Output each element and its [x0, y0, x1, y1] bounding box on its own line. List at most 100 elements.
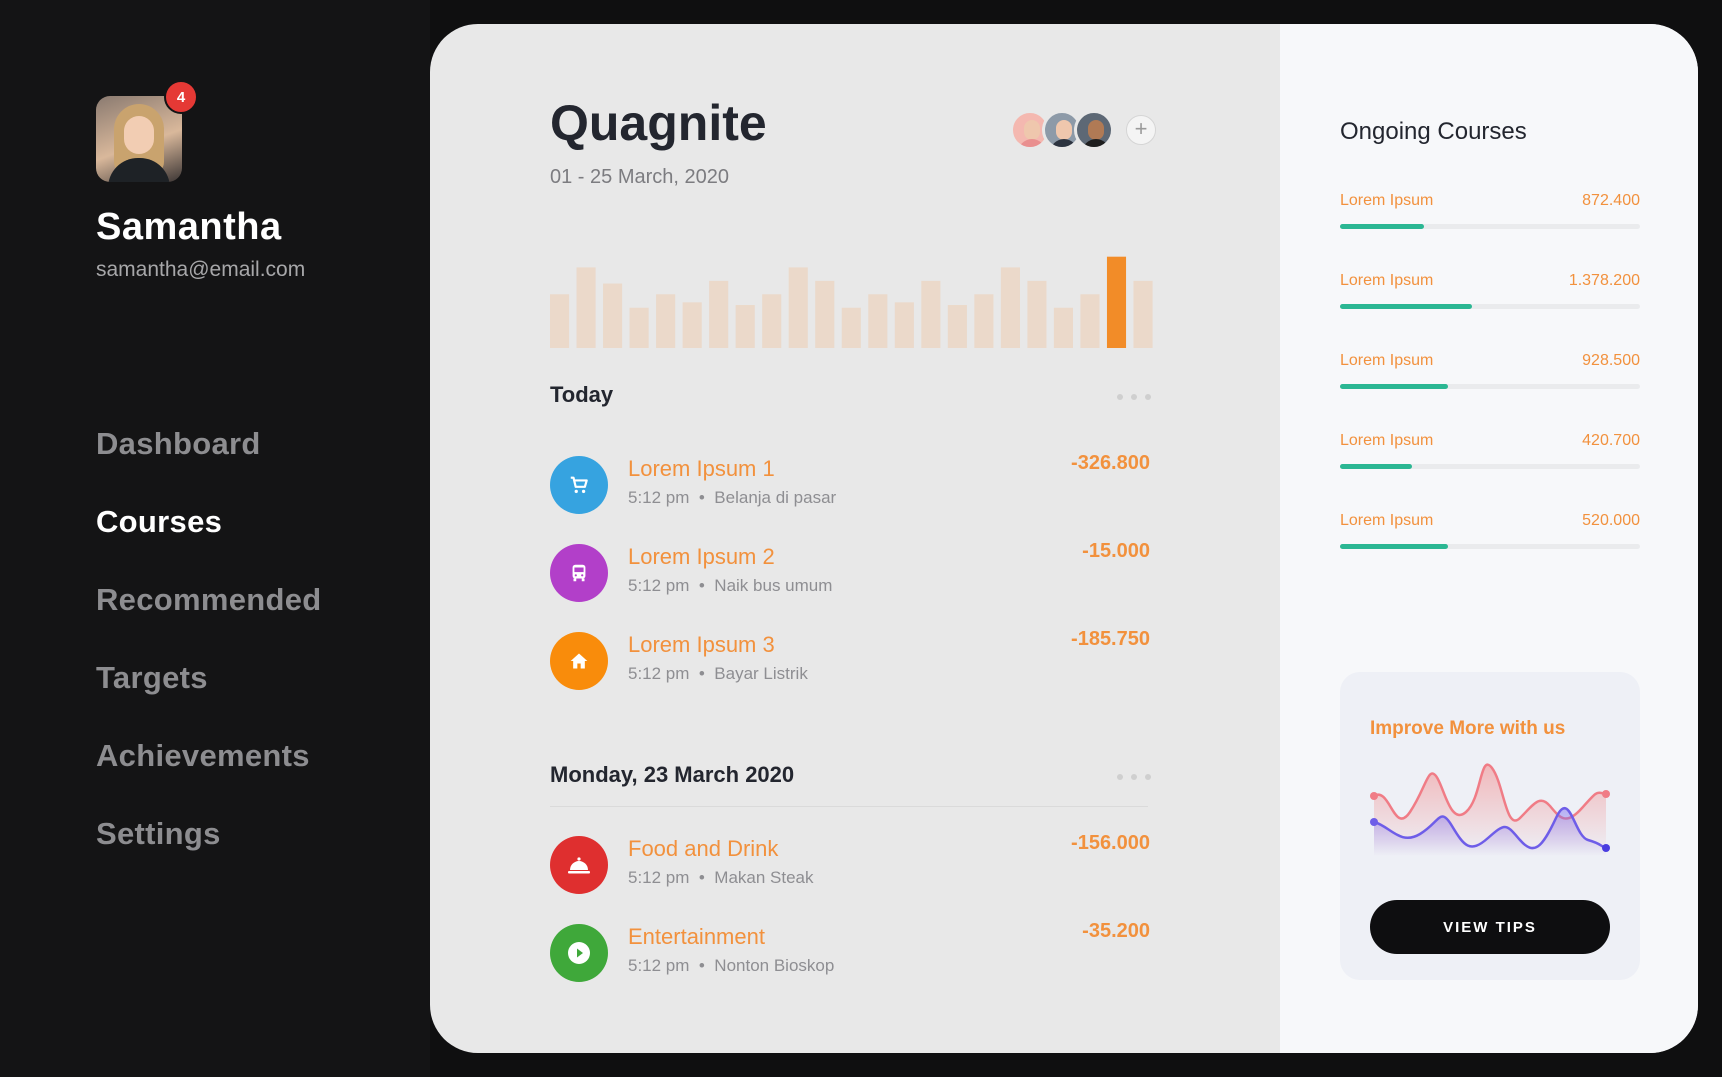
right-panel: Ongoing Courses Lorem Ipsum 872.400 Lore… [1280, 24, 1698, 1053]
view-tips-button[interactable]: VIEW TIPS [1370, 900, 1610, 954]
transaction-meta: 5:12 pm • Makan Steak [628, 868, 814, 887]
activity-bar[interactable] [709, 280, 729, 348]
add-collaborator-button[interactable]: + [1126, 115, 1156, 145]
ongoing-courses-title: Ongoing Courses [1340, 118, 1527, 145]
course-progress-fill [1340, 224, 1424, 229]
transaction-item[interactable]: Food and Drink 5:12 pm • Makan Steak -15… [550, 832, 1150, 896]
section-heading-monday: Monday, 23 March 2020 [550, 762, 795, 787]
course-value: 872.400 [1582, 192, 1640, 209]
section-heading-today: Today [550, 382, 614, 407]
transaction-meta: 5:12 pm • Naik bus umum [628, 576, 833, 595]
transaction-amount: -185.750 [1071, 628, 1150, 650]
date-range: 01 - 25 March, 2020 [550, 166, 729, 188]
transaction-item[interactable]: Lorem Ipsum 3 5:12 pm • Bayar Listrik -1… [550, 628, 1150, 692]
activity-bar[interactable] [1027, 280, 1047, 348]
transaction-amount: -156.000 [1071, 832, 1150, 854]
transaction-meta: 5:12 pm • Bayar Listrik [628, 664, 808, 683]
activity-bar-highlight[interactable] [1106, 256, 1127, 348]
course-name: Lorem Ipsum [1340, 432, 1434, 449]
course-progress-track [1340, 304, 1640, 309]
activity-bar[interactable] [815, 280, 835, 348]
play-icon [550, 924, 608, 982]
activity-bar[interactable] [1053, 307, 1074, 348]
course-item[interactable]: Lorem Ipsum 1.378.200 [1340, 272, 1640, 316]
nav-item-courses[interactable]: Courses [96, 504, 322, 582]
transaction-item[interactable]: Lorem Ipsum 1 5:12 pm • Belanja di pasar… [550, 452, 1150, 516]
activity-bar[interactable] [629, 307, 649, 348]
activity-bar[interactable] [868, 294, 888, 348]
user-name: Samantha [96, 206, 282, 248]
activity-bar[interactable] [550, 294, 570, 348]
transaction-amount: -326.800 [1071, 452, 1150, 474]
bus-icon [550, 544, 608, 602]
nav-item-targets[interactable]: Targets [96, 660, 322, 738]
activity-bar[interactable] [656, 294, 676, 348]
activity-bar[interactable] [841, 307, 861, 348]
transaction-title: Entertainment [628, 924, 765, 949]
transaction-meta: 5:12 pm • Belanja di pasar [628, 488, 837, 507]
notification-badge[interactable]: 4 [164, 80, 198, 114]
activity-bar[interactable] [788, 267, 808, 348]
transaction-amount: -15.000 [1082, 540, 1150, 562]
activity-bar[interactable] [947, 305, 967, 348]
course-name: Lorem Ipsum [1340, 352, 1434, 369]
main-card: Quagnite 01 - 25 March, 2020 + Today Lor… [430, 24, 1698, 1053]
activity-bar[interactable] [576, 267, 596, 348]
course-value: 420.700 [1582, 432, 1640, 449]
course-progress-track [1340, 544, 1640, 549]
activity-bar[interactable] [921, 280, 941, 348]
activity-bar[interactable] [682, 302, 702, 348]
nav-item-recommended[interactable]: Recommended [96, 582, 322, 660]
more-options-today[interactable] [1117, 394, 1151, 400]
collaborator-avatar[interactable] [1074, 110, 1114, 150]
activity-bar[interactable] [1080, 294, 1100, 348]
course-progress-track [1340, 464, 1640, 469]
page-title: Quagnite [550, 95, 767, 151]
course-value: 520.000 [1582, 512, 1640, 529]
promo-title: Improve More with us [1370, 718, 1566, 739]
course-progress-fill [1340, 384, 1448, 389]
transaction-meta: 5:12 pm • Nonton Bioskop [628, 956, 835, 975]
activity-bar[interactable] [762, 294, 782, 348]
food-cloche-icon [550, 836, 608, 894]
activity-bar[interactable] [894, 302, 914, 348]
course-progress-fill [1340, 464, 1412, 469]
nav-item-settings[interactable]: Settings [96, 816, 322, 894]
activity-bar[interactable] [1133, 280, 1153, 348]
course-progress-track [1340, 384, 1640, 389]
course-value: 928.500 [1582, 352, 1640, 369]
promo-card: Improve More with us VIEW TIPS [1340, 672, 1640, 980]
course-item[interactable]: Lorem Ipsum 420.700 [1340, 432, 1640, 476]
course-progress-fill [1340, 304, 1472, 309]
wave-chart [1370, 763, 1610, 856]
plus-icon: + [1134, 116, 1148, 141]
activity-bar-chart [550, 256, 1153, 348]
course-item[interactable]: Lorem Ipsum 520.000 [1340, 512, 1640, 556]
transaction-item[interactable]: Lorem Ipsum 2 5:12 pm • Naik bus umum -1… [550, 540, 1150, 604]
course-name: Lorem Ipsum [1340, 272, 1434, 289]
course-progress-fill [1340, 544, 1448, 549]
nav-menu: Dashboard Courses Recommended Targets Ac… [96, 426, 322, 894]
transaction-title: Lorem Ipsum 1 [628, 456, 775, 481]
home-icon [550, 632, 608, 690]
divider [550, 806, 1148, 807]
course-item[interactable]: Lorem Ipsum 928.500 [1340, 352, 1640, 396]
cart-icon [550, 456, 608, 514]
transaction-amount: -35.200 [1082, 920, 1150, 942]
more-options-monday[interactable] [1117, 774, 1151, 780]
activity-bar[interactable] [1000, 267, 1020, 348]
course-item[interactable]: Lorem Ipsum 872.400 [1340, 192, 1640, 236]
course-name: Lorem Ipsum [1340, 192, 1434, 209]
transaction-title: Lorem Ipsum 2 [628, 544, 775, 569]
course-progress-track [1340, 224, 1640, 229]
activity-bar[interactable] [735, 305, 755, 348]
nav-item-achievements[interactable]: Achievements [96, 738, 322, 816]
transaction-item[interactable]: Entertainment 5:12 pm • Nonton Bioskop -… [550, 920, 1150, 984]
transaction-title: Food and Drink [628, 836, 779, 861]
avatar-wrap[interactable]: 4 [96, 80, 198, 182]
nav-item-dashboard[interactable]: Dashboard [96, 426, 322, 504]
activity-bar[interactable] [603, 283, 623, 348]
course-value: 1.378.200 [1568, 272, 1640, 289]
activity-bar[interactable] [974, 294, 994, 348]
course-name: Lorem Ipsum [1340, 512, 1434, 529]
